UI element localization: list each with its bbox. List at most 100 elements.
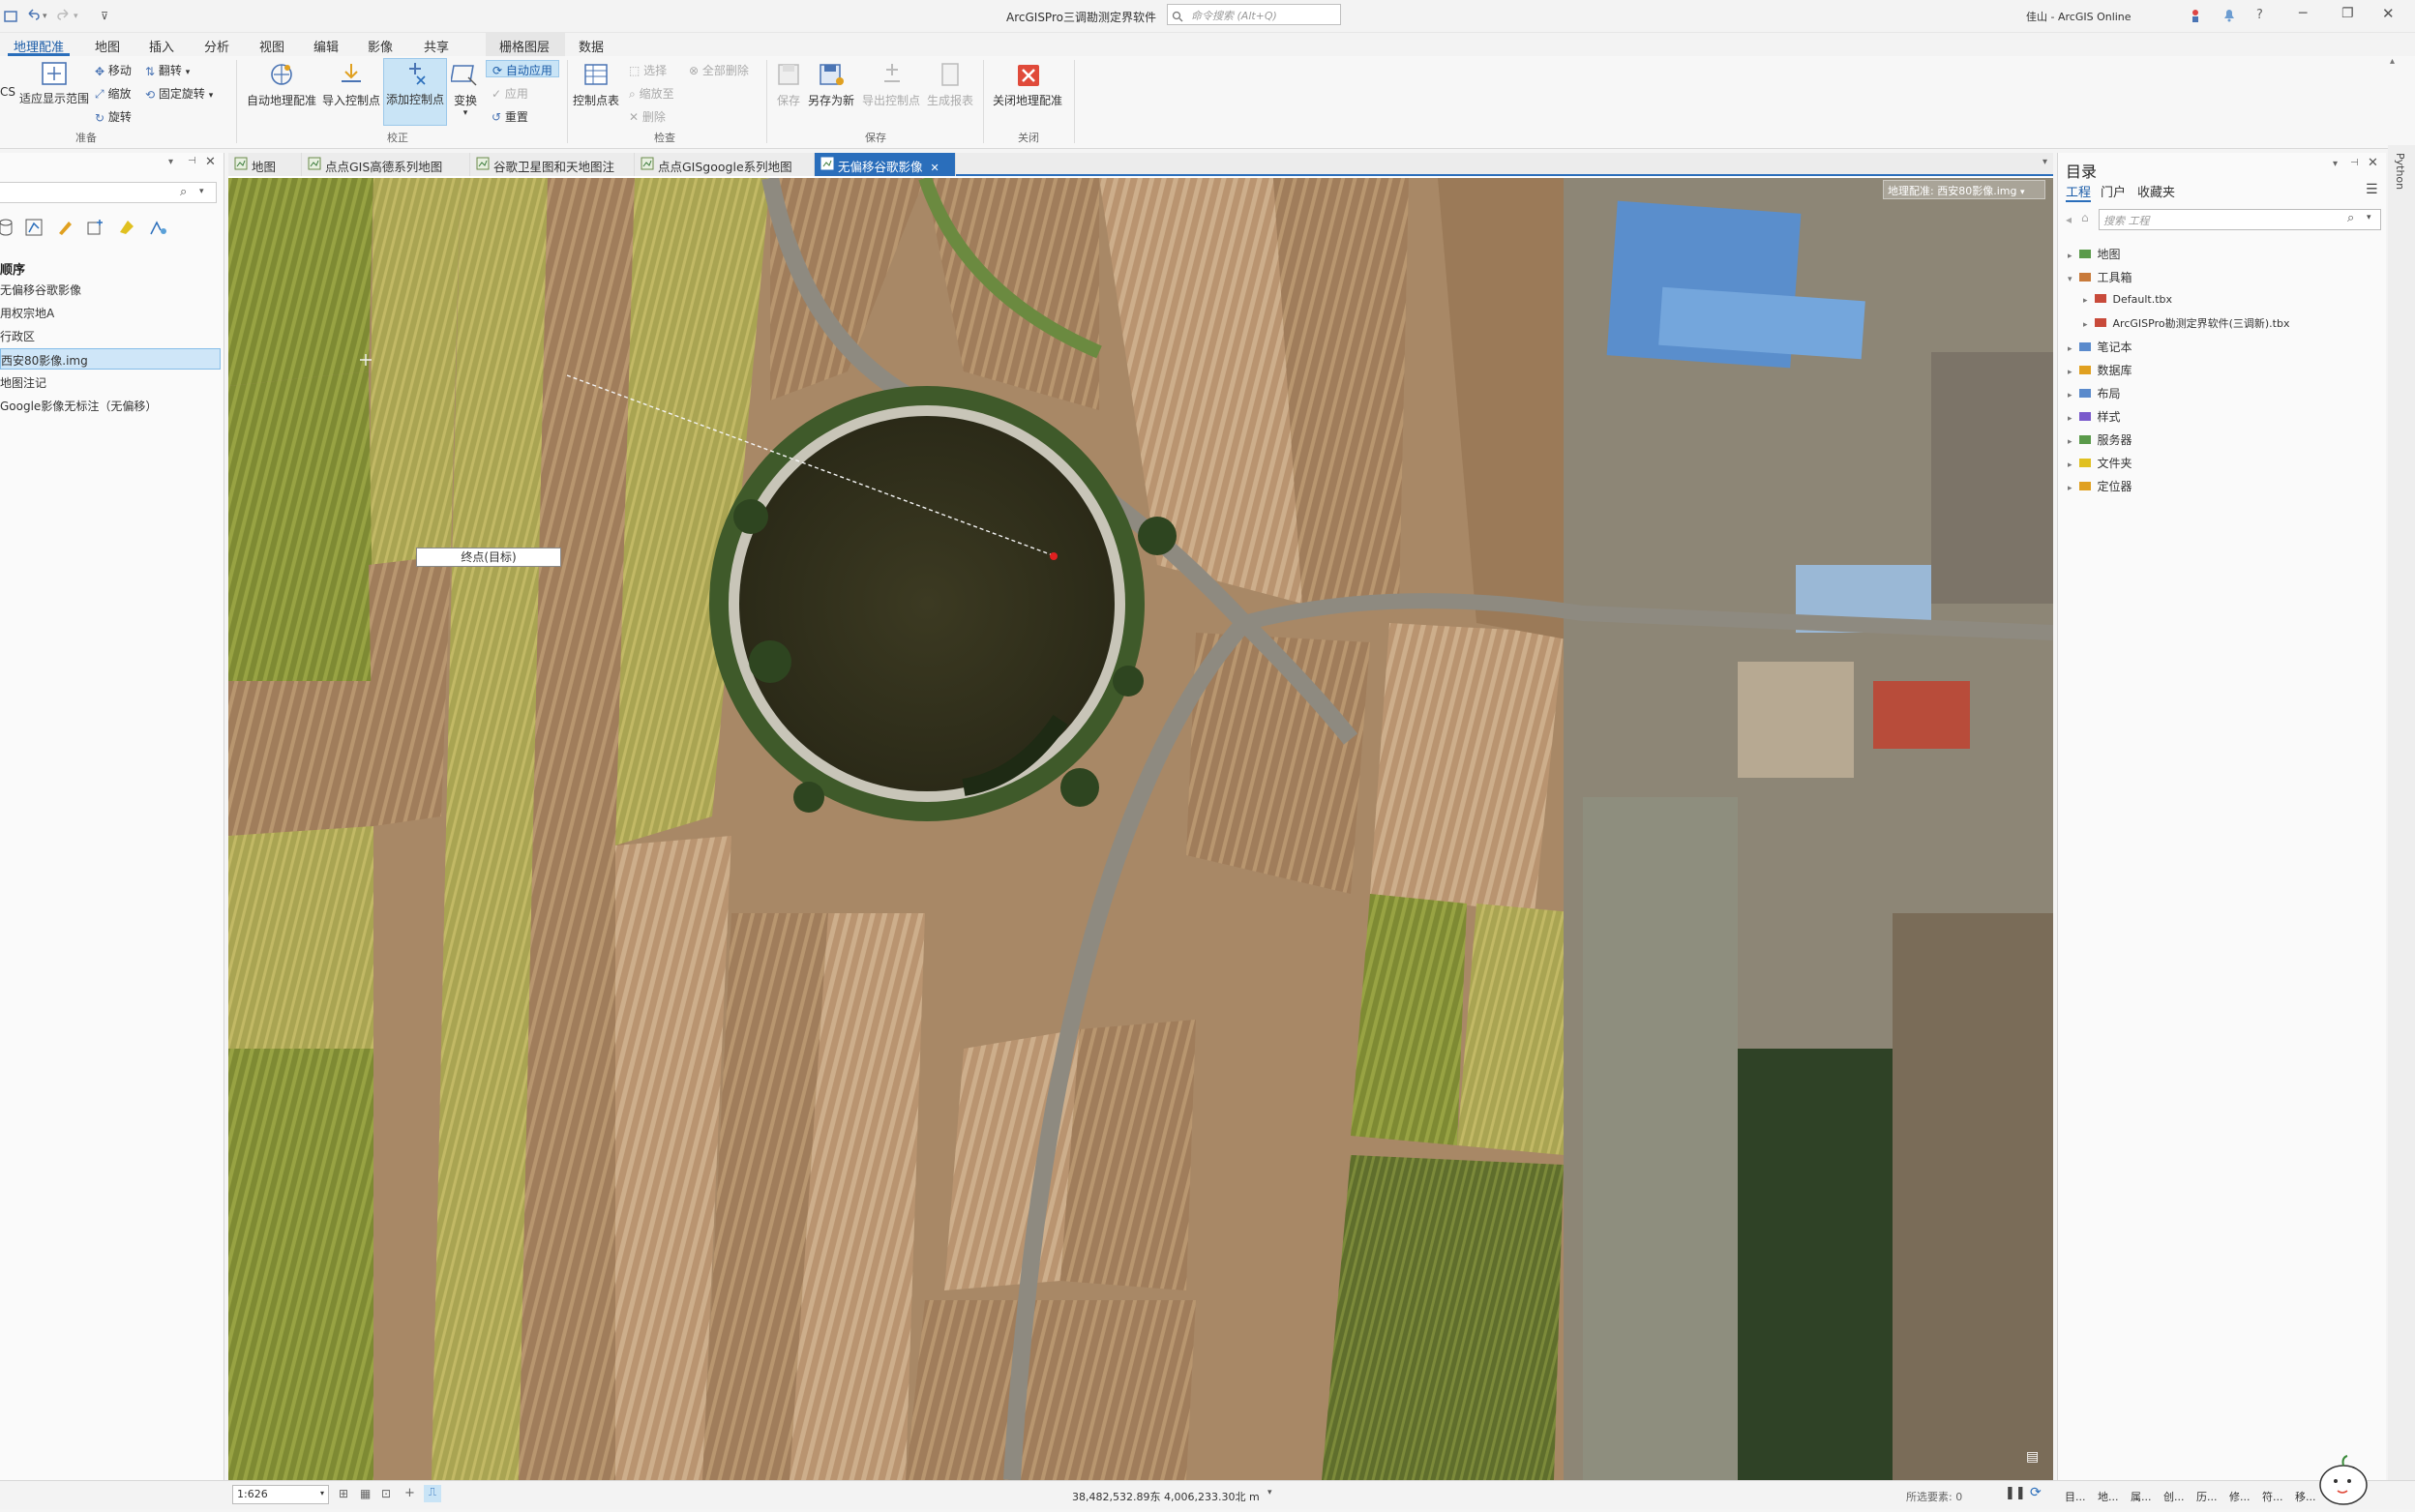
catalog-tab-portal[interactable]: 门户 [2101,182,2126,200]
crosshair-icon[interactable]: + [404,1486,415,1500]
expand-arrow-icon[interactable]: ▾ [2068,275,2072,284]
tab-data[interactable]: 数据 [573,33,610,56]
generate-report-button[interactable]: 生成报表 [925,60,975,108]
catalog-item[interactable]: ▸ 地图 [2068,246,2121,262]
catalog-item[interactable]: ▸ 笔记本 [2068,339,2132,355]
bottom-pane-tab[interactable]: 目... [2065,1489,2086,1504]
bottom-pane-tab[interactable]: 创... [2163,1489,2185,1504]
python-tab[interactable]: Python [2394,153,2406,190]
catalog-item[interactable]: ▾ 工具箱 [2068,269,2132,285]
tab-raster-layer[interactable]: 栅格图层 [493,33,555,56]
control-point-marker[interactable] [1050,552,1058,560]
expand-arrow-icon[interactable]: ▸ [2068,368,2072,377]
imagery-canvas[interactable] [228,178,2053,1480]
catalog-item[interactable]: ▸ ArcGISPro勘测定界软件(三调新).tbx [2083,315,2289,331]
expand-arrow-icon[interactable]: ▸ [2068,391,2072,400]
help-button[interactable]: ? [2256,8,2263,22]
pause-icon[interactable]: ❚❚ [2005,1486,2026,1500]
catalog-tab-favorites[interactable]: 收藏夹 [2137,182,2175,200]
expand-arrow-icon[interactable]: ▸ [2068,252,2072,261]
catalog-item[interactable]: ▸ 数据库 [2068,362,2132,378]
tab-edit[interactable]: 编辑 [308,33,344,56]
zoom-to-button[interactable]: ⌕ 缩放至 [629,85,674,102]
move-button[interactable]: ✥ 移动 [95,62,132,78]
database-icon[interactable] [0,219,15,240]
map-tab[interactable]: 点点GIS高德系列地图 [302,153,470,176]
bottom-pane-tab[interactable]: 符... [2262,1489,2283,1504]
pause-drawing-icon[interactable]: ⎍ [424,1485,441,1502]
layer-item[interactable]: 西安80影像.img [0,348,221,370]
close-window-button[interactable]: ✕ [2382,5,2395,22]
restore-button[interactable]: ❐ [2341,6,2354,21]
expand-arrow-icon[interactable]: ▸ [2068,460,2072,470]
selected-features-count[interactable]: 所选要素: 0 [1906,1489,1962,1504]
tab-list-dropdown-icon[interactable]: ▾ [2042,157,2047,167]
map-tab[interactable]: 谷歌卫星图和天地图注记 [470,153,635,193]
home-icon[interactable]: ⌂ [2081,211,2089,224]
minimize-button[interactable]: ─ [2299,6,2307,21]
customize-qat-icon[interactable]: ⊽ [101,10,108,22]
map-tab[interactable]: 无偏移谷歌影像 ✕ [815,153,956,176]
pane-close-icon[interactable]: ✕ [205,155,216,169]
layer-item[interactable]: 用权宗地A [0,302,221,323]
coordinate-system-fragment[interactable]: CS [0,85,15,99]
catalog-item[interactable]: ▸ 样式 [2068,408,2121,425]
close-tab-icon[interactable]: ✕ [931,162,939,174]
expand-arrow-icon[interactable]: ▸ [2068,414,2072,424]
close-georeference-button[interactable]: 关闭地理配准 [989,60,1066,108]
import-control-points-button[interactable]: 导入控制点 [319,60,383,108]
tab-insert[interactable]: 插入 [143,33,180,56]
back-arrow-icon[interactable]: ◂ [2066,213,2072,226]
user-avatar-icon[interactable] [2189,8,2202,27]
snapping-icon[interactable]: ⊡ [381,1487,391,1500]
catalog-item[interactable]: ▸ 布局 [2068,385,2121,401]
expand-arrow-icon[interactable]: ▸ [2068,344,2072,354]
pane-options-icon[interactable]: ▾ [2333,159,2338,169]
label-icon[interactable] [118,219,135,240]
draw-order-icon[interactable] [25,219,43,240]
apply-button[interactable]: ✓ 应用 [492,85,528,102]
rotate-button[interactable]: ↻ 旋转 [95,108,132,125]
contents-search-input[interactable]: ⌕ ▾ [0,182,217,203]
select-cp-button[interactable]: ⬚ 选择 [629,62,667,78]
pane-options-icon[interactable]: ▾ [168,157,173,167]
catalog-tab-project[interactable]: 工程 [2066,182,2092,202]
fixed-rotate-button[interactable]: ⟲ 固定旋转 ▾ [145,85,213,102]
delete-cp-button[interactable]: ✕ 删除 [629,108,666,125]
catalog-item[interactable]: ▸ Default.tbx [2083,292,2172,307]
auto-apply-toggle[interactable]: ⟳ 自动应用 [486,60,559,77]
control-point-table-button[interactable]: 控制点表 [571,60,621,108]
map-notes-icon[interactable]: ▤ [2026,1449,2039,1465]
redo-dropdown-icon[interactable]: ▾ [74,12,78,21]
pane-pin-icon[interactable]: ⊣ [188,156,196,166]
bottom-pane-tab[interactable]: 历... [2196,1489,2218,1504]
export-control-points-button[interactable]: 导出控制点 [857,60,925,108]
delete-all-button[interactable]: ⊗ 全部删除 [689,62,749,78]
navigator-icon[interactable]: ⊞ [339,1487,348,1500]
undo-icon[interactable] [25,8,41,27]
signed-in-user[interactable]: 佳山 - ArcGIS Online [2026,9,2132,24]
map-scale-input[interactable]: 1:626 ▾ [232,1485,329,1504]
command-search-box[interactable]: 命令搜索 (Alt+Q) [1167,4,1341,25]
notification-icon[interactable] [2221,7,2237,26]
layer-item[interactable]: 无偏移谷歌影像 [0,279,221,300]
transform-button[interactable]: 变换 ▾ [449,60,482,118]
save-button[interactable]: 保存 [772,60,805,108]
expand-arrow-icon[interactable]: ▸ [2068,484,2072,493]
expand-arrow-icon[interactable]: ▸ [2068,437,2072,447]
map-tab[interactable]: 地图 [228,153,302,176]
map-tab[interactable]: 点点GISgoogle系列地图 [635,153,815,176]
tab-georeference[interactable]: 地理配准 [8,33,71,56]
tab-share[interactable]: 共享 [418,33,455,56]
undo-dropdown-icon[interactable]: ▾ [43,12,47,21]
add-control-points-button[interactable]: 添加控制点 [383,58,447,126]
symbology-icon[interactable] [149,219,168,240]
search-dropdown-icon[interactable]: ▾ [199,187,204,196]
tab-imagery[interactable]: 影像 [362,33,399,56]
map-view[interactable]: 地图 点点GIS高德系列地图 谷歌卫星图和天地图注记 点点GISgoogle系列地图 无… [228,153,2053,1480]
search-dropdown-icon[interactable]: ▾ [2367,213,2371,222]
tab-map[interactable]: 地图 [89,33,126,56]
bottom-pane-tab[interactable]: 地... [2098,1489,2119,1504]
pane-pin-icon[interactable]: ⊣ [2350,158,2359,168]
catalog-item[interactable]: ▸ 服务器 [2068,431,2132,448]
